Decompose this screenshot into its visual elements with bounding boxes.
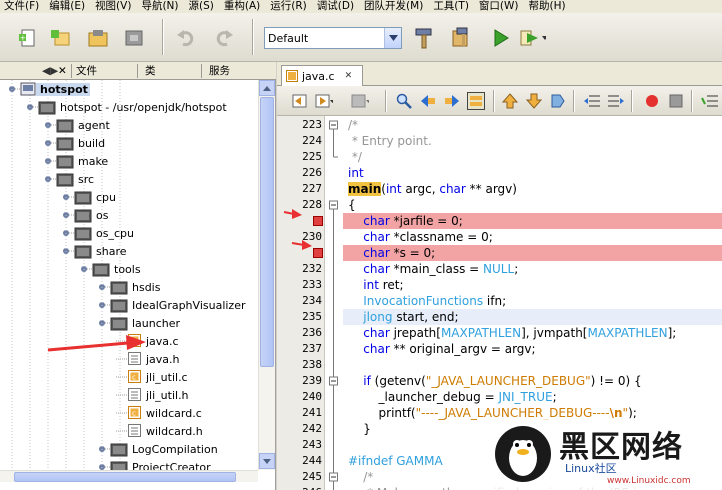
site-watermark: 黑区网络 Linux社区 www.Linuxidc.com [487,418,722,490]
annotation-arrows [47,209,312,352]
annotation-arrow [291,240,312,250]
linux-penguin-logo [495,426,551,482]
annotation-arrow [283,209,302,219]
watermark-subtitle: Linux社区 [565,462,617,475]
annotation-arrow [47,335,146,352]
watermark-url: www.Linuxidc.com [607,476,691,486]
